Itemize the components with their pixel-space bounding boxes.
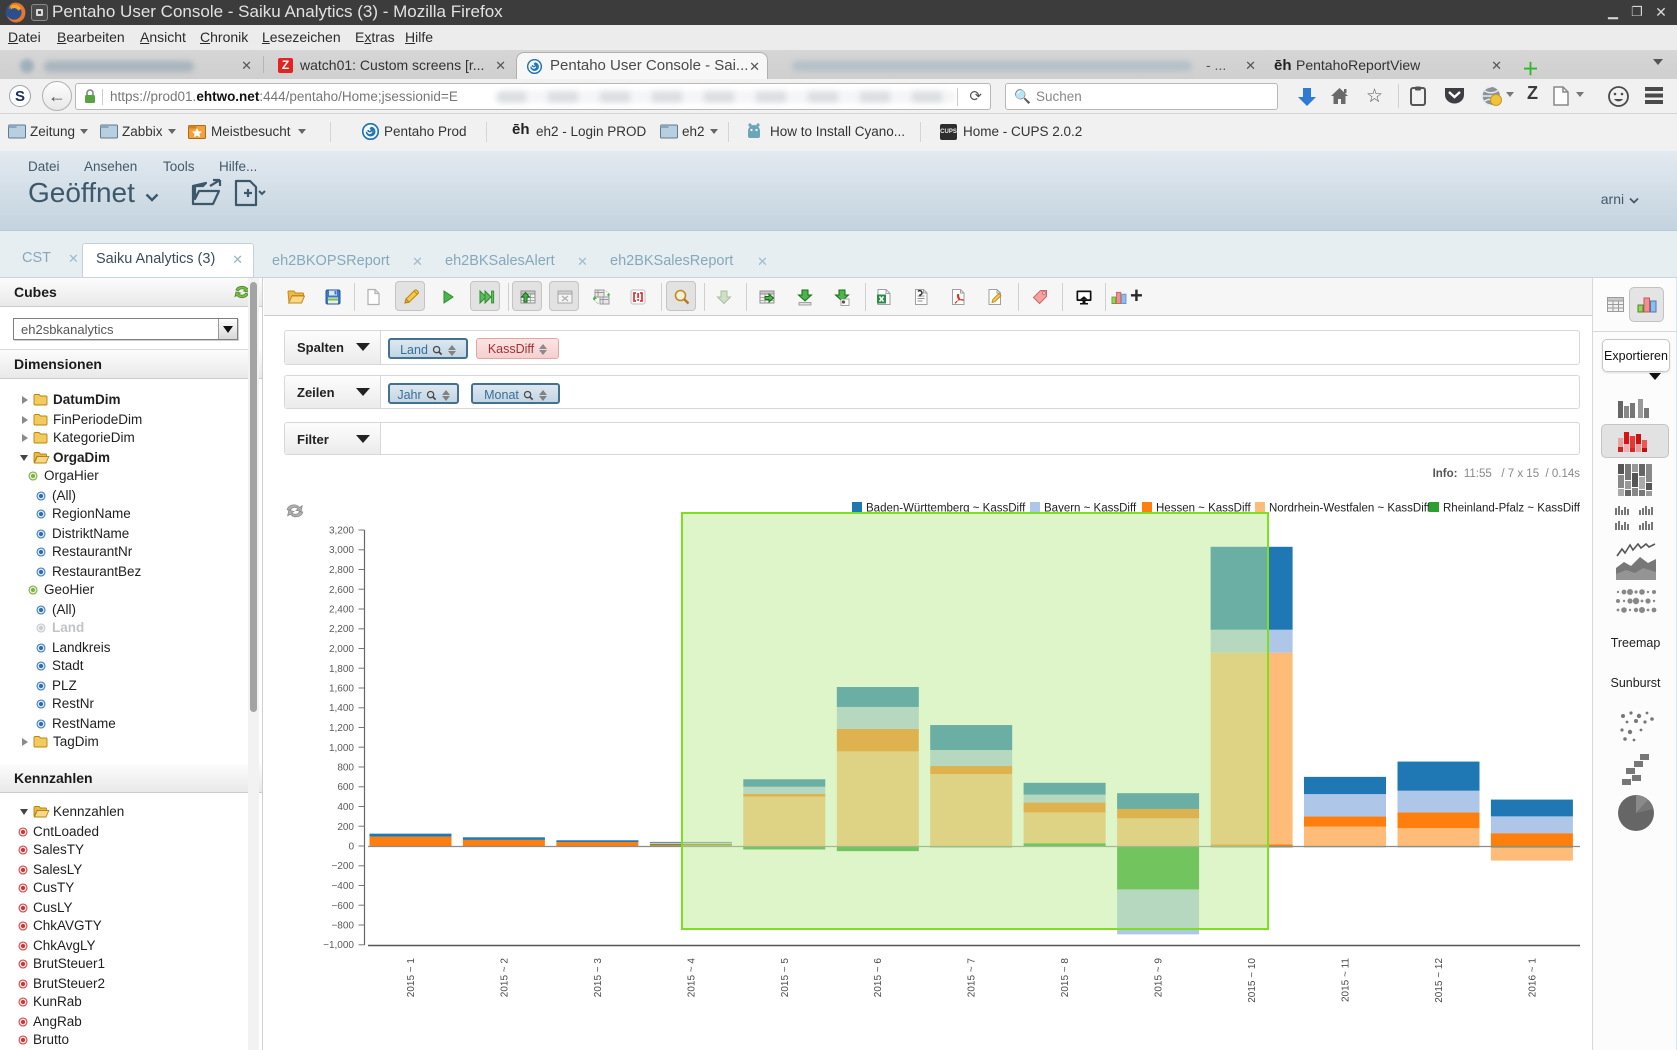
svg-text:−1,000: −1,000	[323, 940, 354, 951]
svg-text:1,200: 1,200	[329, 723, 354, 734]
svg-text:−600: −600	[331, 901, 354, 912]
svg-text:2015 ~ 10: 2015 ~ 10	[1247, 958, 1258, 1003]
svg-text:1,400: 1,400	[329, 703, 354, 714]
svg-text:2015 ~ 3: 2015 ~ 3	[593, 958, 604, 998]
svg-text:2016 ~ 1: 2016 ~ 1	[1527, 958, 1538, 998]
svg-text:2015 ~ 1: 2015 ~ 1	[406, 958, 417, 998]
svg-text:1,000: 1,000	[329, 743, 354, 754]
svg-text:2,000: 2,000	[329, 644, 354, 655]
svg-text:200: 200	[337, 822, 354, 833]
svg-text:2015 ~ 2: 2015 ~ 2	[499, 958, 510, 998]
svg-text:−200: −200	[331, 861, 354, 872]
svg-text:400: 400	[337, 802, 354, 813]
svg-text:0: 0	[348, 842, 354, 853]
svg-text:3,200: 3,200	[329, 526, 354, 537]
svg-text:1,800: 1,800	[329, 664, 354, 675]
svg-text:2015 ~ 11: 2015 ~ 11	[1341, 958, 1352, 1002]
svg-text:2015 ~ 7: 2015 ~ 7	[967, 958, 978, 998]
svg-text:−800: −800	[331, 921, 354, 932]
svg-text:3,000: 3,000	[329, 545, 354, 556]
svg-text:2015 ~ 6: 2015 ~ 6	[873, 958, 884, 998]
svg-text:2,600: 2,600	[329, 585, 354, 596]
svg-text:−400: −400	[331, 881, 354, 892]
svg-text:600: 600	[337, 782, 354, 793]
svg-text:800: 800	[337, 763, 354, 774]
svg-text:2015 ~ 12: 2015 ~ 12	[1434, 958, 1445, 1003]
svg-text:2,200: 2,200	[329, 624, 354, 635]
svg-text:Nordrhein-Westfalen ~ KassDiff: Nordrhein-Westfalen ~ KassDiff	[1269, 503, 1431, 515]
svg-text:2,400: 2,400	[329, 605, 354, 616]
svg-text:2015 ~ 8: 2015 ~ 8	[1060, 958, 1071, 998]
svg-text:2,800: 2,800	[329, 565, 354, 576]
svg-text:1,600: 1,600	[329, 684, 354, 695]
svg-text:2015 ~ 9: 2015 ~ 9	[1154, 958, 1165, 998]
svg-text:Rheinland-Pfalz ~ KassDiff: Rheinland-Pfalz ~ KassDiff	[1443, 503, 1581, 515]
svg-text:2015 ~ 5: 2015 ~ 5	[780, 958, 791, 998]
svg-text:2015 ~ 4: 2015 ~ 4	[686, 958, 697, 998]
